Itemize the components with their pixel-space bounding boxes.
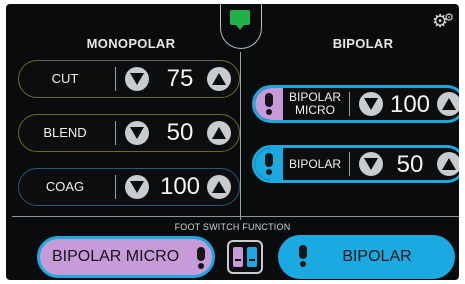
bipolar-micro-increase-button[interactable] <box>437 92 459 116</box>
blend-increase-button[interactable] <box>207 121 231 145</box>
foot-switch-left-label: BIPOLAR MICRO <box>52 248 180 265</box>
decrease-icon <box>364 158 378 170</box>
foot-switch-title: FOOT SWITCH FUNCTION <box>174 222 291 232</box>
bipolar-value: 50 <box>396 151 424 178</box>
bipolar-control: BIPOLAR 50 <box>252 145 459 183</box>
decrease-icon <box>130 181 144 193</box>
foot-switch-bipolar-button[interactable]: BIPOLAR <box>278 235 455 279</box>
blend-value: 50 <box>166 119 194 146</box>
decrease-icon <box>364 98 378 110</box>
bipolar-label: BIPOLAR <box>283 148 347 180</box>
coag-decrease-button[interactable] <box>125 175 149 199</box>
settings-gears-icon[interactable]: ⚙⚙ <box>432 12 458 33</box>
increase-icon <box>212 73 226 85</box>
bipolar-micro-control: BIPOLAR MICRO 100 <box>252 85 459 123</box>
foot-pedal-icon <box>265 93 273 115</box>
bipolar-increase-button[interactable] <box>437 152 459 176</box>
cut-increase-button[interactable] <box>207 67 231 91</box>
decrease-icon <box>130 73 144 85</box>
column-divider <box>240 52 241 220</box>
separator <box>349 92 350 116</box>
coag-label: COAG <box>45 179 85 194</box>
blend-label: BLEND <box>43 125 87 140</box>
foot-pedal-icon <box>197 247 205 269</box>
cut-value: 75 <box>166 65 194 92</box>
foot-pedal-icon <box>265 153 273 175</box>
decrease-icon <box>130 127 144 139</box>
separator <box>349 152 350 176</box>
monopolar-title: MONOPOLAR <box>86 36 176 51</box>
separator <box>115 121 116 145</box>
bipolar-micro-label: BIPOLAR MICRO <box>283 88 347 120</box>
dual-pedal-icon[interactable] <box>227 240 263 274</box>
foot-switch-bipolar-micro-button[interactable]: BIPOLAR MICRO <box>37 236 215 278</box>
coag-increase-button[interactable] <box>207 175 231 199</box>
separator <box>115 175 116 199</box>
cut-label: CUT <box>51 71 79 86</box>
increase-icon <box>442 98 456 110</box>
blend-control: BLEND 50 <box>18 114 240 152</box>
increase-icon <box>212 127 226 139</box>
generator-screen: ⚙⚙ MONOPOLAR BIPOLAR CUT 75 BLEND 50 COA… <box>6 4 459 280</box>
bipolar-micro-decrease-button[interactable] <box>359 92 383 116</box>
bipolar-micro-value: 100 <box>389 91 431 118</box>
separator <box>115 67 116 91</box>
bipolar-title: BIPOLAR <box>332 36 394 51</box>
blend-decrease-button[interactable] <box>125 121 149 145</box>
cut-decrease-button[interactable] <box>125 67 149 91</box>
increase-icon <box>442 158 456 170</box>
active-indicator-icon <box>230 10 250 30</box>
coag-control: COAG 100 <box>18 168 240 206</box>
footer-divider <box>12 216 459 217</box>
foot-switch-right-label: BIPOLAR <box>342 248 412 265</box>
foot-pedal-icon <box>299 245 307 267</box>
bipolar-decrease-button[interactable] <box>359 152 383 176</box>
cut-control: CUT 75 <box>18 60 240 98</box>
coag-value: 100 <box>159 173 201 200</box>
increase-icon <box>212 181 226 193</box>
